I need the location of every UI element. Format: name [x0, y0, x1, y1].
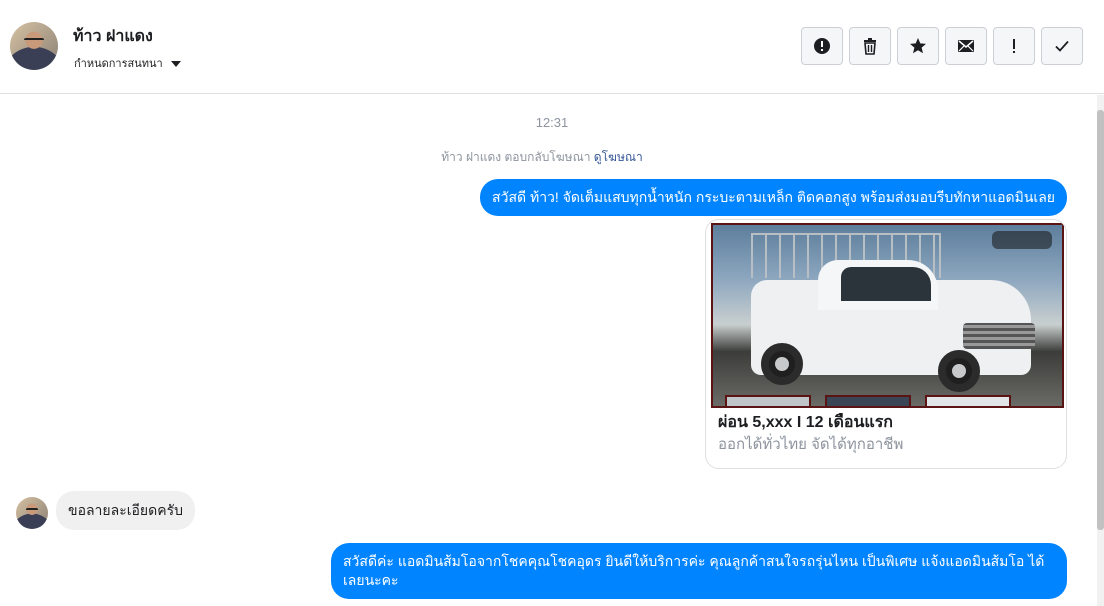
- spam-button[interactable]: [993, 27, 1035, 65]
- ad-image[interactable]: [711, 223, 1064, 408]
- message-timestamp: 12:31: [535, 115, 569, 130]
- ad-thumbnail: [925, 395, 1011, 406]
- scrollbar-thumb[interactable]: [1097, 110, 1104, 530]
- view-ad-link[interactable]: ดูโฆษณา: [594, 150, 643, 164]
- trash-icon: [864, 38, 876, 55]
- exclamation-icon: [1013, 39, 1015, 53]
- contact-avatar[interactable]: [10, 22, 58, 70]
- header-actions: [801, 27, 1083, 65]
- done-button[interactable]: [1041, 27, 1083, 65]
- outgoing-message[interactable]: สวัสดี ท้าว! จัดเต็มแสบทุกน้ำหนัก กระบะต…: [480, 179, 1067, 216]
- ad-thumbnail-strip: [725, 395, 1015, 406]
- conversation-settings-label: กำหนดการสนทนา: [74, 58, 163, 70]
- contact-name[interactable]: ท้าว ฝาแดง: [73, 24, 153, 49]
- incoming-message[interactable]: ขอลายละเอียดครับ: [56, 491, 195, 530]
- conversation-settings-dropdown[interactable]: กำหนดการสนทนา: [74, 54, 181, 72]
- ad-description: ออกได้ทั่วไทย จัดได้ทุกอาชีพ: [718, 436, 904, 453]
- star-icon: [910, 38, 926, 54]
- conversation-header: ท้าว ฝาแดง กำหนดการสนทนา: [0, 0, 1104, 94]
- ad-card[interactable]: ผ่อน 5,xxx I 12 เดือนแรก ออกได้ทั่วไทย จ…: [705, 219, 1067, 469]
- image-watermark: [992, 231, 1052, 249]
- star-button[interactable]: [897, 27, 939, 65]
- message-thread[interactable]: 12:31 ท้าว ฝาแดง ตอบกลับโฆษณา ดูโฆษณา สว…: [0, 95, 1097, 606]
- ad-thumbnail: [825, 395, 911, 406]
- delete-button[interactable]: [849, 27, 891, 65]
- alert-icon: [814, 38, 830, 54]
- outgoing-message[interactable]: สวัสดีค่ะ แอดมินส้มโอจากโชคคุณโชคอุดร ยิ…: [331, 543, 1067, 599]
- report-button[interactable]: [801, 27, 843, 65]
- mark-unread-button[interactable]: [945, 27, 987, 65]
- check-icon: [1055, 40, 1069, 52]
- ad-reply-notice: ท้าว ฝาแดง ตอบกลับโฆษณา ดูโฆษณา: [0, 148, 1084, 167]
- ad-reply-text: ท้าว ฝาแดง ตอบกลับโฆษณา: [441, 150, 591, 164]
- sender-avatar[interactable]: [16, 497, 48, 529]
- ad-thumbnail: [725, 395, 811, 406]
- mail-icon: [958, 40, 974, 52]
- chevron-down-icon: [170, 60, 181, 67]
- thread-scrollbar[interactable]: [1097, 95, 1104, 606]
